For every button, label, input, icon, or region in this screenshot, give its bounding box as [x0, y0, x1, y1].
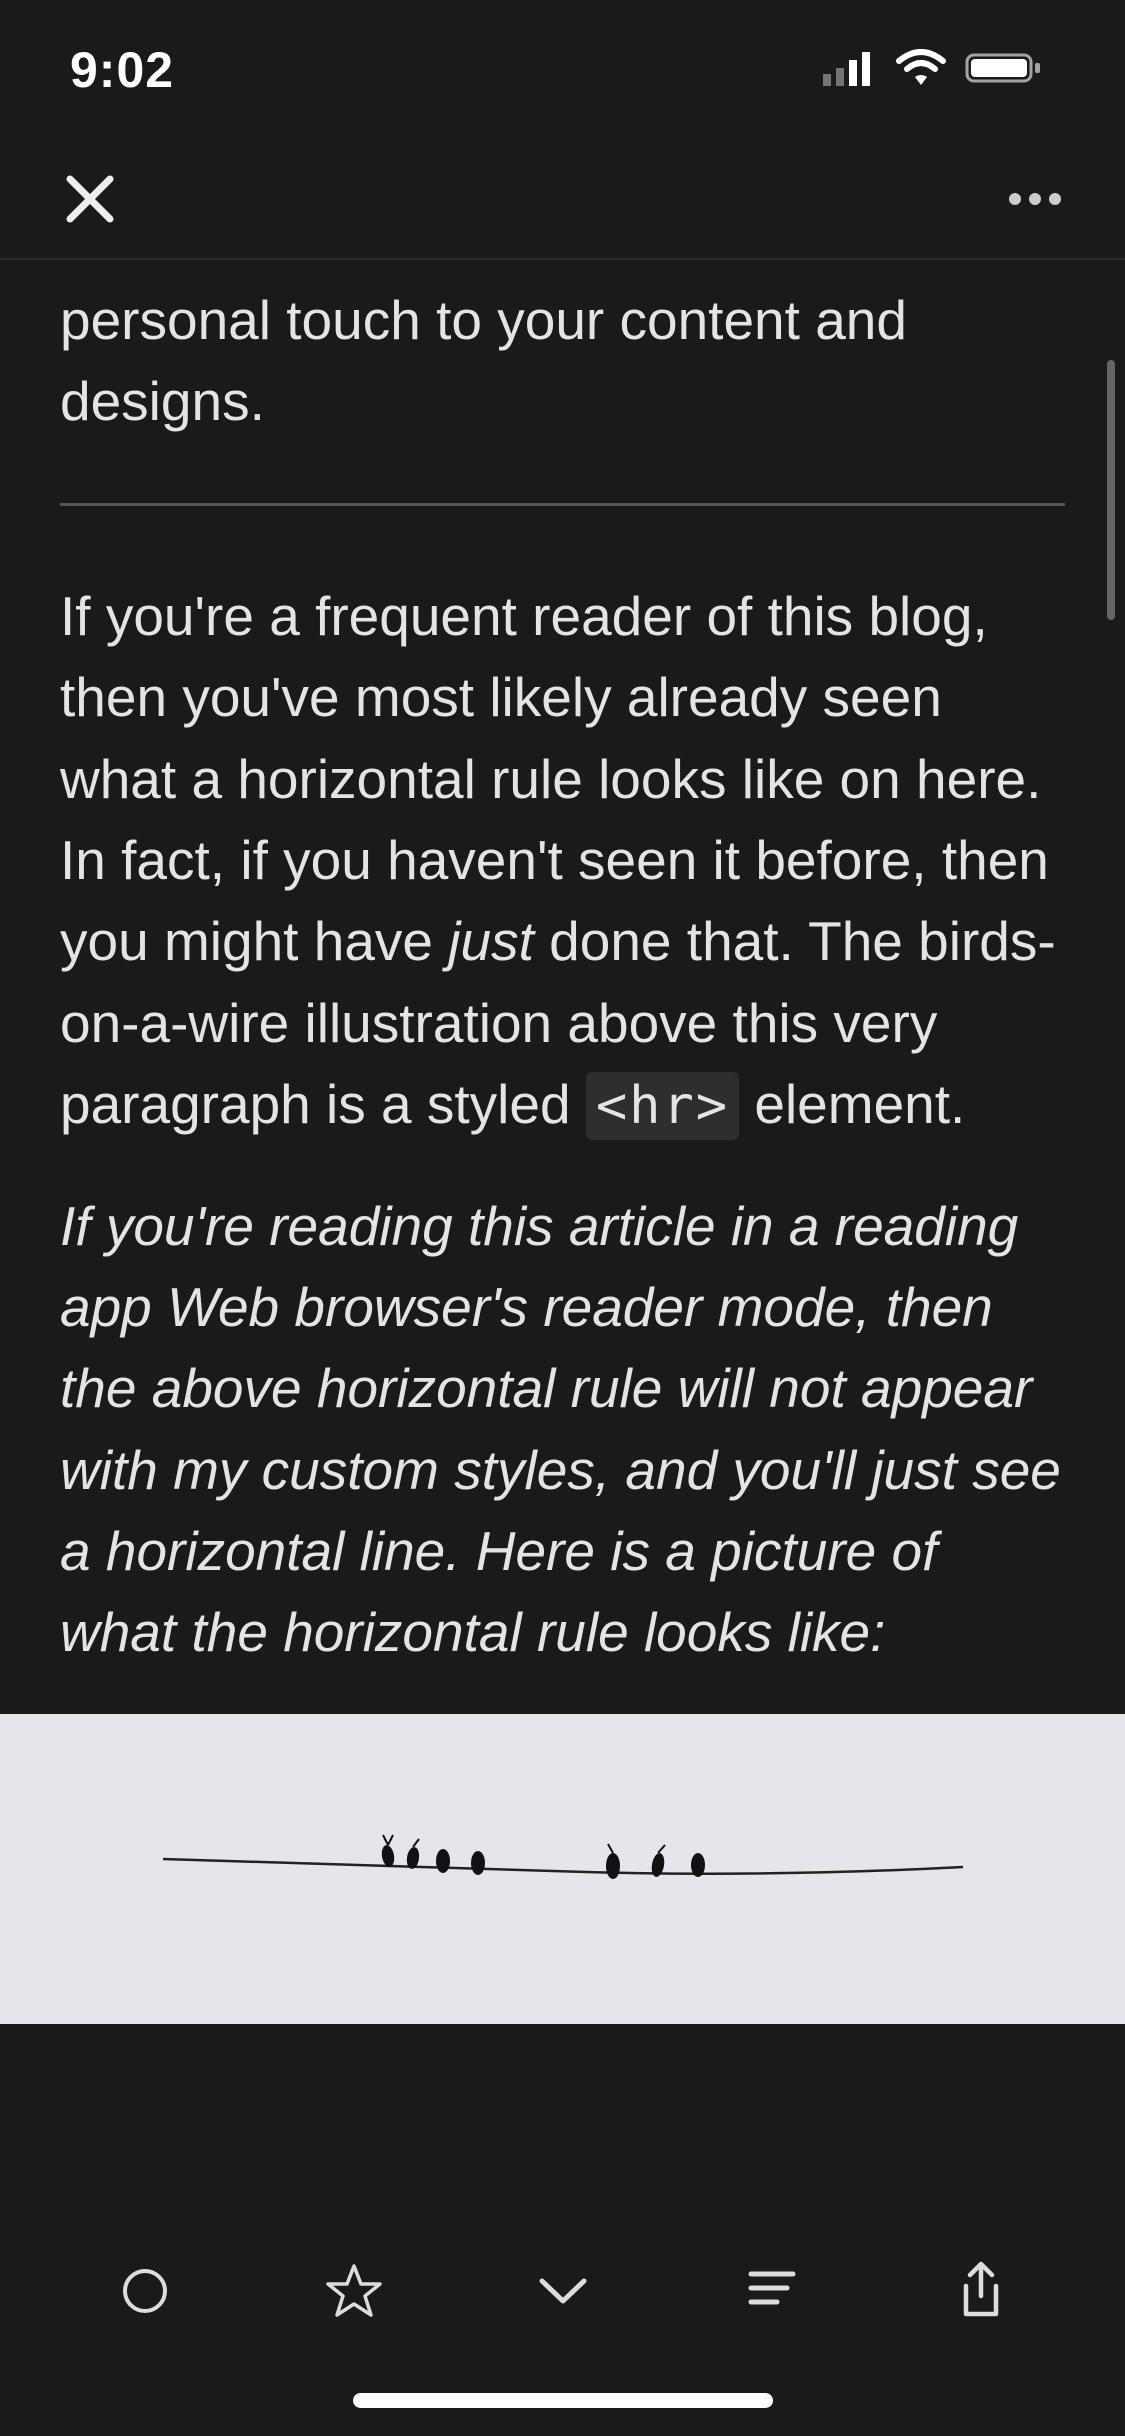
list-icon: [747, 2268, 797, 2314]
battery-icon: [965, 49, 1045, 92]
expand-button[interactable]: [523, 2251, 603, 2331]
share-button[interactable]: [941, 2251, 1021, 2331]
chevron-down-icon: [534, 2273, 592, 2309]
share-icon: [956, 2260, 1006, 2322]
star-icon: [325, 2262, 383, 2320]
article-content[interactable]: personal touch to your content and desig…: [0, 260, 1125, 2024]
close-button[interactable]: [50, 159, 130, 239]
birds-on-wire-illustration: [0, 1714, 1125, 2024]
horizontal-rule: [60, 503, 1065, 506]
cellular-icon: [823, 50, 877, 91]
top-toolbar: [0, 140, 1125, 260]
more-icon: [1005, 189, 1065, 209]
circle-button[interactable]: [105, 2251, 185, 2331]
text-span: element.: [739, 1073, 965, 1135]
status-time: 9:02: [70, 41, 174, 99]
code-inline: <hr>: [586, 1072, 739, 1140]
favorite-button[interactable]: [314, 2251, 394, 2331]
home-indicator[interactable]: [353, 2393, 773, 2408]
more-options-button[interactable]: [995, 159, 1075, 239]
circle-icon: [120, 2266, 170, 2316]
paragraph-note: If you're reading this article in a read…: [60, 1186, 1065, 1674]
status-indicators: [823, 49, 1045, 92]
paragraph-fragment: personal touch to your content and desig…: [60, 280, 1065, 443]
text-emphasis: just: [448, 910, 534, 972]
scroll-indicator[interactable]: [1107, 360, 1115, 620]
paragraph-main: If you're a frequent reader of this blog…: [60, 576, 1065, 1146]
close-icon: [62, 171, 118, 227]
list-button[interactable]: [732, 2251, 812, 2331]
wifi-icon: [895, 49, 947, 92]
status-bar: 9:02: [0, 0, 1125, 140]
